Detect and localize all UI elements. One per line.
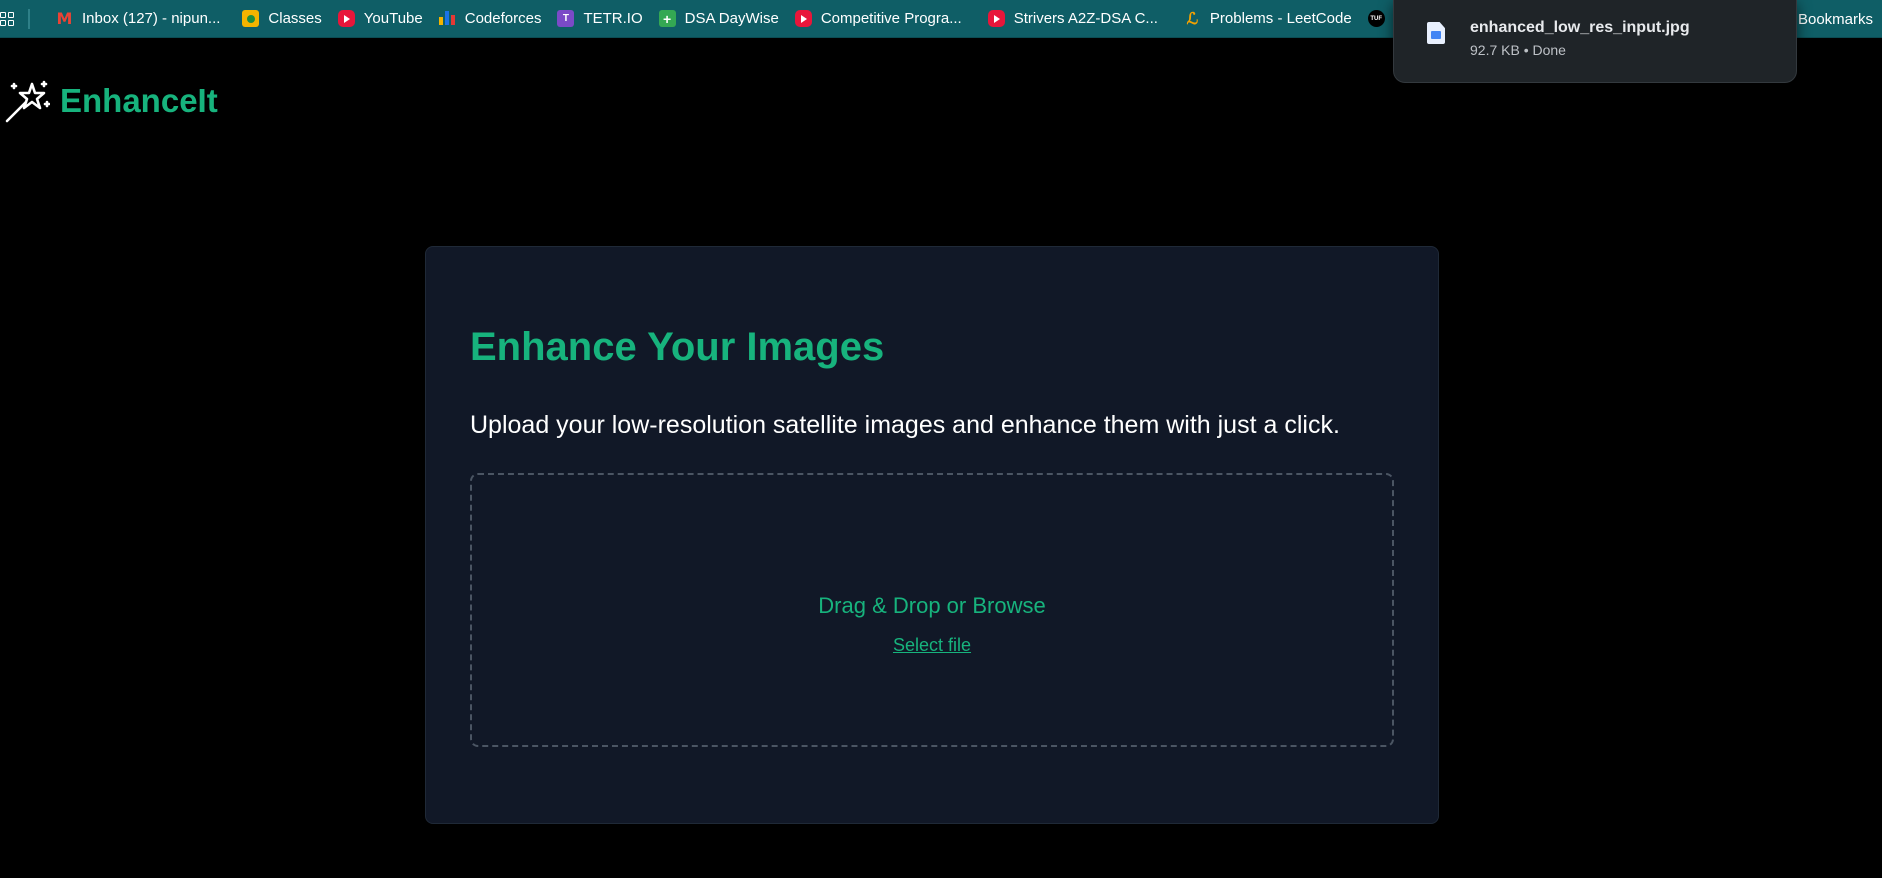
- gmail-icon: M: [56, 9, 73, 28]
- bookmarks-separator: [28, 8, 30, 29]
- leetcode-icon: ℒ: [1186, 10, 1199, 28]
- codeforces-icon: [439, 10, 456, 27]
- bookmark-youtube[interactable]: YouTube: [330, 0, 431, 37]
- app-logo[interactable]: EnhanceIt: [4, 78, 218, 124]
- image-file-icon: [1427, 22, 1445, 44]
- download-popup[interactable]: enhanced_low_res_input.jpg 92.7 KB • Don…: [1393, 0, 1797, 83]
- bookmark-label: YouTube: [363, 10, 423, 27]
- file-dropzone[interactable]: Drag & Drop or Browse Select file: [470, 473, 1394, 747]
- upload-card: Enhance Your Images Upload your low-reso…: [425, 246, 1439, 824]
- bookmark-codeforces[interactable]: Codeforces: [431, 0, 550, 37]
- bookmark-label: Competitive Progra...: [820, 10, 962, 27]
- app-name: EnhanceIt: [60, 82, 218, 119]
- download-status: 92.7 KB • Done: [1470, 42, 1566, 58]
- bookmark-classes[interactable]: Classes: [234, 0, 329, 37]
- google-sheets-icon: [658, 10, 676, 27]
- page-title: Enhance Your Images: [470, 325, 885, 369]
- youtube-icon: [337, 10, 355, 27]
- bookmark-gmail-inbox[interactable]: M Inbox (127) - nipun...: [48, 0, 228, 37]
- bookmark-label: Inbox (127) - nipun...: [82, 10, 221, 27]
- select-file-link[interactable]: Select file: [472, 635, 1392, 656]
- dropzone-text: Drag & Drop or Browse: [818, 593, 1046, 618]
- bookmark-tetrio[interactable]: T TETR.IO: [549, 0, 650, 37]
- youtube-icon: [794, 10, 812, 27]
- bookmarks-folder-label: Bookmarks: [1797, 10, 1873, 28]
- youtube-icon: [987, 10, 1005, 27]
- bookmark-label: TETR.IO: [583, 10, 643, 27]
- bookmark-label: Classes: [268, 10, 322, 27]
- bookmark-dsa-daywise[interactable]: DSA DayWise: [651, 0, 787, 37]
- bookmark-label: DSA DayWise: [684, 10, 779, 27]
- bookmark-strivers-a2z[interactable]: Strivers A2Z-DSA C...: [980, 0, 1166, 37]
- tuf-icon: TUF: [1367, 10, 1385, 27]
- tetrio-icon: T: [557, 10, 575, 27]
- bookmarks-folder[interactable]: Bookmarks: [1797, 0, 1882, 37]
- bookmark-label: Codeforces: [464, 10, 542, 27]
- google-classroom-icon: [242, 10, 260, 27]
- bookmark-leetcode[interactable]: ℒ Problems - LeetCode: [1176, 0, 1360, 37]
- magic-wand-icon: [5, 80, 50, 123]
- apps-grid-icon[interactable]: [0, 11, 14, 26]
- page-subtitle: Upload your low-resolution satellite ima…: [470, 411, 1340, 439]
- bookmark-label: Problems - LeetCode: [1209, 10, 1352, 27]
- bookmark-competitive-programming[interactable]: Competitive Progra...: [787, 0, 970, 37]
- download-filename[interactable]: enhanced_low_res_input.jpg: [1470, 19, 1690, 37]
- bookmark-label: Strivers A2Z-DSA C...: [1013, 10, 1158, 27]
